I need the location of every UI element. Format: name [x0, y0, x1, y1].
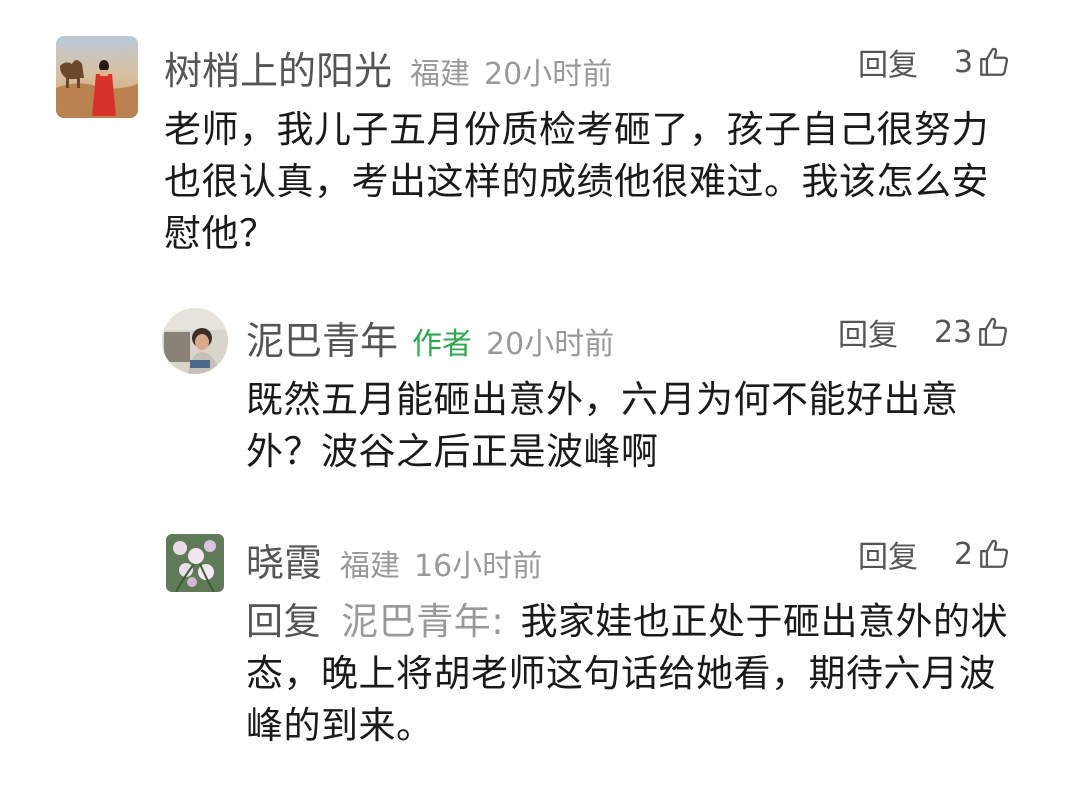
like-button[interactable]: 3: [954, 45, 1011, 80]
reply-button[interactable]: 回复: [858, 532, 918, 576]
location-label: 福建: [340, 549, 401, 584]
comment-text: 老师，我儿子五月份质检考砸了，孩子自己很努力也很认真，考出这样的成绩他很难过。我…: [164, 108, 989, 255]
reply-button[interactable]: 回复: [838, 310, 898, 354]
username[interactable]: 晓霞: [246, 532, 322, 587]
comment-item: 晓霞 福建 16小时前 回复 2 回复 泥巴青年: 我家娃也正处于砸出意外的状态…: [0, 510, 1080, 788]
avatar[interactable]: [166, 534, 224, 592]
comment-item: 树梢上的阳光 福建 20小时前 回复 3 老师，我儿子五月份质检考砸了，孩子自己…: [0, 0, 1080, 290]
like-button[interactable]: 23: [934, 315, 1010, 350]
avatar[interactable]: [162, 308, 228, 374]
like-count: 23: [934, 314, 973, 350]
author-badge: 作者: [412, 327, 473, 362]
timestamp: 20小时前: [486, 327, 615, 362]
avatar[interactable]: [56, 36, 138, 118]
timestamp: 20小时前: [484, 57, 613, 92]
comment-list: 树梢上的阳光 福建 20小时前 回复 3 老师，我儿子五月份质检考砸了，孩子自己…: [0, 0, 1080, 788]
reply-button[interactable]: 回复: [858, 40, 918, 84]
comment-text: 回复 泥巴青年: 我家娃也正处于砸出意外的状态，晚上将胡老师这句话给她看，期待六…: [246, 596, 1026, 752]
comment-item: 泥巴青年 作者 20小时前 回复 23 既然五月能砸出意外，六月为何不能好出意外…: [0, 290, 1080, 510]
reply-target-user[interactable]: 泥巴青年:: [341, 600, 504, 643]
thumbs-up-icon: [980, 539, 1009, 568]
username[interactable]: 泥巴青年: [246, 310, 398, 365]
username[interactable]: 树梢上的阳光: [164, 40, 392, 95]
like-count: 2: [954, 536, 974, 572]
comment-text: 既然五月能砸出意外，六月为何不能好出意外？波谷之后正是波峰啊: [246, 378, 959, 473]
thumbs-up-icon: [979, 317, 1008, 346]
reply-prefix: 回复: [246, 600, 321, 643]
timestamp: 16小时前: [414, 549, 543, 584]
location-label: 福建: [410, 57, 471, 92]
like-button[interactable]: 2: [954, 537, 1011, 572]
like-count: 3: [954, 44, 974, 80]
thumbs-up-icon: [980, 47, 1009, 76]
